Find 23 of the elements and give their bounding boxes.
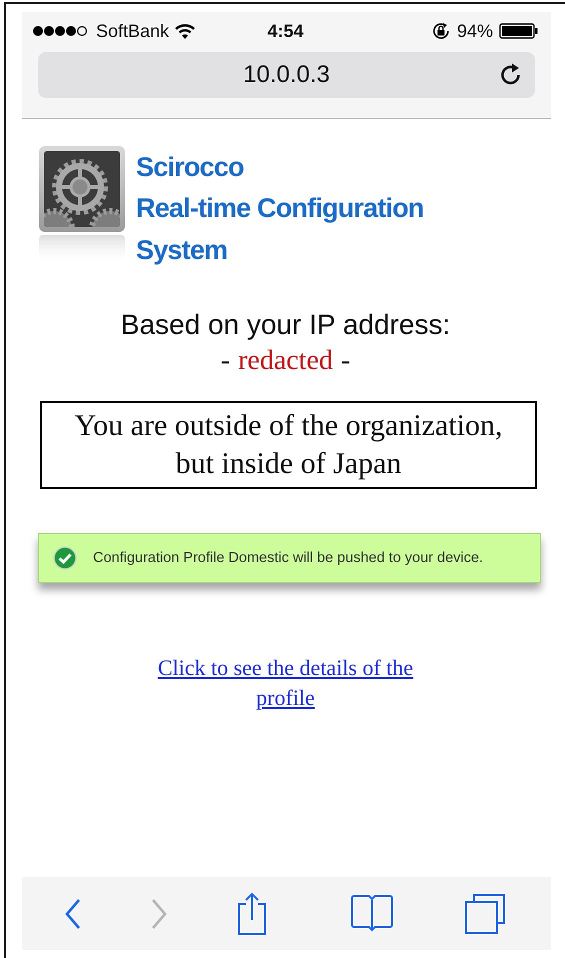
battery-percentage: 94% xyxy=(456,20,493,42)
dash: - xyxy=(340,345,350,377)
app-name: Scirocco xyxy=(136,151,245,184)
signal-icon xyxy=(32,25,90,37)
carrier-name: SoftBank xyxy=(96,20,170,42)
back-icon xyxy=(64,896,82,930)
checkmark-icon xyxy=(53,546,77,570)
notice-text: Configuration Profile Domestic will be pushed to your device. xyxy=(93,550,484,566)
app-title: Real-time Configuration xyxy=(136,192,424,225)
details-link[interactable]: Click to see the details of the profile xyxy=(154,653,416,713)
battery-icon xyxy=(499,23,539,39)
forward-icon xyxy=(150,896,168,930)
ip-address: redacted xyxy=(238,345,333,377)
location-message: You are outside of the organization, but inside of Japan xyxy=(40,401,537,489)
app-title: System xyxy=(136,234,228,267)
wifi-icon xyxy=(175,24,196,38)
back-button[interactable] xyxy=(64,896,82,930)
rotation-lock-icon xyxy=(430,21,451,41)
clock-time: 4:54 xyxy=(267,20,304,42)
reload-icon[interactable] xyxy=(499,63,523,87)
address-field[interactable]: 10.0.0.3 xyxy=(38,52,535,98)
dash: - xyxy=(220,345,230,377)
ip-heading: Based on your IP address: xyxy=(120,309,452,341)
